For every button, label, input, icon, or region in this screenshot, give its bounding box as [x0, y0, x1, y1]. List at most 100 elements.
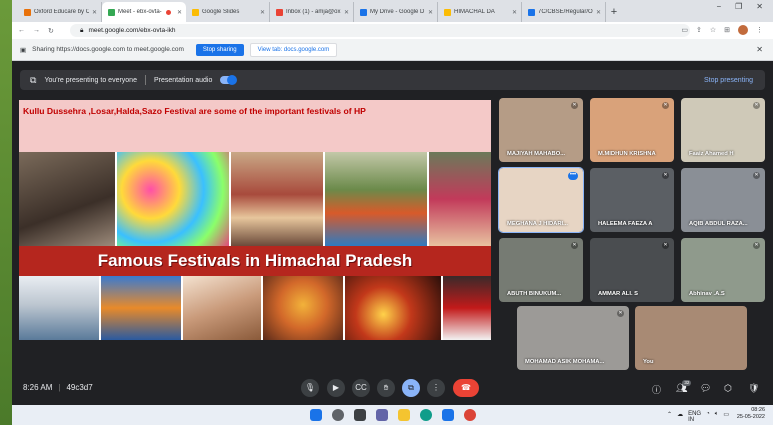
microphone-button[interactable]: 🎙︎: [301, 379, 319, 397]
clock-date: 25-05-2022: [736, 414, 765, 420]
divider: |: [58, 383, 61, 392]
festival-photo: [183, 276, 261, 340]
volume-icon[interactable]: 🔈︎: [715, 411, 719, 423]
participant-name: M.MIDHUN KRISHNA: [598, 151, 656, 157]
participant-tile[interactable]: ✕ Abhinav .A.S: [681, 238, 765, 302]
more-options-button[interactable]: ⋮: [427, 379, 445, 397]
view-tab-button[interactable]: View tab: docs.google.com: [249, 42, 338, 57]
stop-presenting-button[interactable]: Stop presenting: [704, 77, 753, 84]
teams-icon[interactable]: [376, 409, 388, 421]
mic-off-icon: ✕: [662, 172, 669, 179]
festival-photo: [443, 276, 491, 340]
task-view-icon[interactable]: [354, 409, 366, 421]
close-tab-icon[interactable]: ✕: [177, 9, 182, 16]
tab-strip: Oxford Educare by C ✕ Meet - ebx-ovta- ✕ G…: [12, 0, 773, 22]
participant-name: HALEEMA FAEZA A: [598, 221, 653, 227]
participant-tile[interactable]: ✕ HALEEMA FAEZA A: [590, 168, 674, 232]
participant-tile[interactable]: ✕ AMMAR ALI. S: [590, 238, 674, 302]
participant-tile-speaking[interactable]: ••• MEGHANA J HIDARI...: [498, 167, 584, 233]
participant-name: MEGHANA J HIDARI...: [507, 221, 568, 227]
os-taskbar: ⌃ ☁︎ ENG IN ◔ 🔈︎ ▭ 08:26 25-05-2022: [12, 405, 773, 425]
host-controls-icon[interactable]: 🛡︎: [748, 383, 759, 394]
close-tab-icon[interactable]: ✕: [344, 9, 349, 16]
self-view-tile[interactable]: You: [635, 306, 747, 370]
presentation-audio-toggle[interactable]: [220, 75, 238, 85]
share-icon[interactable]: ⇪: [696, 26, 702, 34]
browser-tab-active[interactable]: Meet - ebx-ovta- ✕: [102, 2, 186, 22]
browser-tab[interactable]: My Drive - Google D ✕: [354, 2, 438, 22]
participant-tile[interactable]: ✕ MAJIYAH MAHABO...: [499, 98, 583, 162]
reload-icon[interactable]: ↻: [48, 27, 54, 35]
slide-banner: Famous Festivals in Himachal Pradesh: [19, 246, 491, 276]
omnibox[interactable]: 🔒︎ meet.google.com/ebx-ovta-ikh: [70, 24, 690, 37]
participant-tile[interactable]: ✕ AQIB ABDUL RAZA...: [681, 168, 765, 232]
meeting-details-icon[interactable]: ⓘ: [652, 383, 661, 396]
screen-share-icon: ▣: [20, 46, 27, 54]
close-window-icon[interactable]: ✕: [756, 2, 763, 11]
camera-button[interactable]: ▶: [327, 379, 345, 397]
cloud-icon[interactable]: ☁︎: [677, 411, 683, 423]
window-controls: − ❐ ✕: [716, 2, 773, 11]
presenting-bar: ⧉ You're presenting to everyone Presenta…: [20, 70, 765, 90]
lang-indicator[interactable]: ENG IN: [688, 411, 701, 423]
activities-icon[interactable]: ⬡: [724, 383, 732, 394]
url-text: meet.google.com/ebx-ovta-ikh: [88, 27, 176, 34]
present-now-button[interactable]: ⧉: [402, 379, 420, 397]
profile-avatar[interactable]: [738, 25, 748, 35]
mic-off-icon: ✕: [617, 310, 624, 317]
extension-icon[interactable]: ⊞: [724, 26, 730, 34]
tab-label: 7C/CBSE/Regular/Ox: [538, 9, 593, 15]
camera-icon[interactable]: ▭: [681, 26, 688, 34]
chat-icon[interactable]: 💬︎: [700, 383, 711, 394]
windows-start-icon[interactable]: [310, 409, 322, 421]
search-icon[interactable]: [332, 409, 344, 421]
forward-arrow-icon[interactable]: →: [33, 27, 40, 34]
browser-tab[interactable]: HIMACHAL DA ✕: [438, 2, 522, 22]
raise-hand-button[interactable]: ✋︎: [377, 379, 395, 397]
close-tab-icon[interactable]: ✕: [596, 9, 601, 16]
edge-icon[interactable]: [420, 409, 432, 421]
clock[interactable]: 08:26 25-05-2022: [737, 407, 765, 421]
participant-tile[interactable]: ✕ Faaiz Ahamed H: [681, 98, 765, 162]
participant-tile[interactable]: ✕ MOHAMAD ASIK MOHAMA...: [517, 306, 629, 370]
file-explorer-icon[interactable]: [398, 409, 410, 421]
browser-tab[interactable]: Oxford Educare by C ✕: [18, 2, 102, 22]
close-tab-icon[interactable]: ✕: [512, 9, 517, 16]
leave-call-button[interactable]: ☎︎: [453, 379, 479, 397]
system-tray: ⌃ ☁︎ ENG IN ◔ 🔈︎ ▭: [667, 411, 729, 423]
battery-icon[interactable]: ▭: [723, 411, 729, 423]
participant-tile[interactable]: ✕ M.MIDHUN KRISHNA: [590, 98, 674, 162]
participant-name: AMMAR ALI. S: [598, 291, 639, 297]
tab-label: HIMACHAL DA: [454, 9, 495, 15]
menu-dots-icon[interactable]: ⋮: [756, 26, 763, 34]
participant-tile[interactable]: ✕ ABUTH BINUKUM...: [499, 238, 583, 302]
new-tab-button[interactable]: +: [606, 2, 622, 22]
festival-photo: [345, 276, 441, 340]
mic-off-icon: ✕: [571, 242, 578, 249]
presentation-audio-label: Presentation audio: [153, 76, 213, 84]
stop-sharing-button[interactable]: Stop sharing: [195, 43, 244, 56]
festival-photo: [231, 152, 323, 246]
close-icon[interactable]: ✕: [756, 45, 763, 54]
close-tab-icon[interactable]: ✕: [260, 9, 265, 16]
recording-dot-icon: [165, 9, 171, 15]
participant-name: Abhinav .A.S: [689, 291, 725, 297]
close-tab-icon[interactable]: ✕: [92, 9, 97, 16]
captions-button[interactable]: CC: [352, 379, 370, 397]
chevron-up-icon[interactable]: ⌃: [667, 411, 672, 423]
chrome-icon[interactable]: [464, 409, 476, 421]
tab-label: Inbox (1) - amja@ox: [286, 9, 341, 15]
back-arrow-icon[interactable]: ←: [18, 27, 25, 34]
bookmark-star-icon[interactable]: ☆: [710, 26, 716, 34]
maximize-icon[interactable]: ❐: [735, 2, 742, 11]
people-icon[interactable]: 👥︎ 32: [676, 380, 692, 394]
minimize-icon[interactable]: −: [716, 2, 721, 11]
wifi-icon[interactable]: ◔: [706, 411, 710, 423]
store-icon[interactable]: [442, 409, 454, 421]
browser-tab[interactable]: 7C/CBSE/Regular/Ox ✕: [522, 2, 606, 22]
present-screen-icon: ⧉: [30, 74, 37, 85]
browser-tab[interactable]: Inbox (1) - amja@ox ✕: [270, 2, 354, 22]
close-tab-icon[interactable]: ✕: [428, 9, 433, 16]
meeting-info: 8:26 AM | 49c3d7: [23, 383, 93, 392]
browser-tab[interactable]: Google Slides ✕: [186, 2, 270, 22]
